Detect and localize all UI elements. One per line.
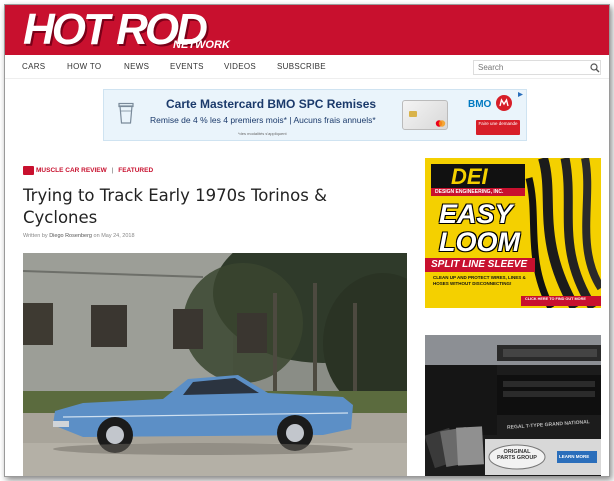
banner-ad-fine-print: *des modalités s'appliquent xyxy=(238,131,287,136)
banner-ad-title: Carte Mastercard BMO SPC Remises xyxy=(166,97,377,111)
article-title: Trying to Track Early 1970s Torinos & Cy… xyxy=(23,186,327,227)
byline-prefix: Written by xyxy=(23,233,48,239)
nav-item-subscribe[interactable]: SUBSCRIBE xyxy=(277,62,326,71)
banner-ad-cta-button[interactable]: Faire une demande xyxy=(476,120,520,135)
ad-choices-icon[interactable] xyxy=(517,91,524,98)
opg-brand: ORIGINAL PARTS GROUP xyxy=(497,449,537,461)
opg-cta-button[interactable]: LEARN MORE xyxy=(559,454,589,459)
article-categories: MUSCLE CAR REVIEW | FEATURED xyxy=(36,167,153,174)
article-hero-image[interactable] xyxy=(23,253,407,476)
category-separator: | xyxy=(111,167,114,174)
dei-strip-label: SPLIT LINE SLEEVE xyxy=(431,259,528,270)
banner-ad[interactable]: Carte Mastercard BMO SPC Remises Remise … xyxy=(103,89,527,141)
category-muscle-car-review[interactable]: MUSCLE CAR REVIEW xyxy=(36,167,107,174)
credit-card-image xyxy=(402,100,448,130)
search-input[interactable] xyxy=(478,62,578,73)
category-featured[interactable]: FEATURED xyxy=(118,167,153,174)
nav-item-videos[interactable]: VIDEOS xyxy=(224,62,256,71)
bmo-roundel-icon xyxy=(496,95,512,111)
site-header: HOT ROD NETWORK xyxy=(5,5,609,55)
dei-body-text: CLEAN UP AND PROTECT WIRES, LINES & HOSE… xyxy=(433,275,526,286)
browser-frame: HOT ROD NETWORK CARS HOW TO NEWS EVENTS … xyxy=(4,4,610,477)
article-date: May 24, 2018 xyxy=(101,233,135,239)
dei-brand: DEI xyxy=(451,164,488,189)
nav-item-news[interactable]: NEWS xyxy=(124,62,149,71)
banner-ad-subtitle: Remise de 4 % les 4 premiers mois* | Auc… xyxy=(150,115,376,125)
dei-brand-sub: DESIGN ENGINEERING, INC. xyxy=(435,189,504,195)
site-logo-subtitle: NETWORK xyxy=(173,39,230,51)
byline-on: on xyxy=(93,233,100,239)
search-box[interactable] xyxy=(473,60,601,75)
coffee-cup-icon xyxy=(118,102,134,124)
card-chip-icon xyxy=(409,111,417,117)
opg-sidebar-ad[interactable]: REGAL T-TYPE GRAND NATIONAL ORIGINAL PAR… xyxy=(425,335,601,476)
article-author[interactable]: Diego Rosenberg xyxy=(49,233,92,239)
nav-item-cars[interactable]: CARS xyxy=(22,62,45,71)
nav-item-how-to[interactable]: HOW TO xyxy=(67,62,101,71)
article-byline: Written by Diego Rosenberg on May 24, 20… xyxy=(23,233,135,239)
nav-item-events[interactable]: EVENTS xyxy=(170,62,204,71)
muscle-car-category-icon xyxy=(23,166,34,175)
dei-headline-easy: EASY xyxy=(439,199,513,229)
dei-cta[interactable]: CLICK HERE TO FIND OUT MORE xyxy=(525,297,586,301)
dei-sidebar-ad[interactable]: DEI DESIGN ENGINEERING, INC. EASY LOOM S… xyxy=(425,158,601,308)
mastercard-icon xyxy=(435,120,446,127)
bmo-logo: BMO xyxy=(468,99,492,110)
search-icon[interactable] xyxy=(590,63,600,73)
main-nav: CARS HOW TO NEWS EVENTS VIDEOS SUBSCRIBE xyxy=(5,55,609,79)
dei-headline-loom: LOOM xyxy=(439,227,520,257)
torino-photo xyxy=(23,253,407,476)
